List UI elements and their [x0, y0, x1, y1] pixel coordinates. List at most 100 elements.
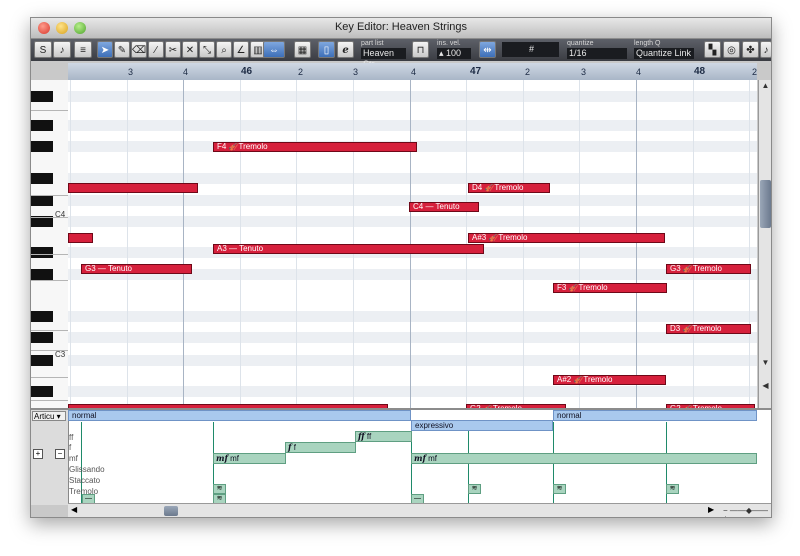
quantize-value[interactable]: 1/16: [567, 48, 627, 59]
autoscroll-icon[interactable]: ⇔: [263, 41, 285, 58]
dynamic-symbol: mf: [414, 453, 426, 463]
midi-note[interactable]: A#2 🎻Tremolo: [553, 375, 666, 385]
drum-icon[interactable]: ✤: [742, 41, 759, 58]
midi-note[interactable]: G3 🎻Tremolo: [666, 264, 751, 274]
midi-note[interactable]: [68, 233, 93, 243]
black-key-lane: [68, 216, 757, 227]
show-part-borders-icon[interactable]: ▯: [318, 41, 335, 58]
articulation-event[interactable]: ≋: [553, 484, 566, 494]
vertical-scroll-thumb[interactable]: [760, 180, 771, 228]
direction-event[interactable]: normal: [68, 410, 411, 421]
step-input-icon[interactable]: ⊓: [412, 41, 429, 58]
articulation-event[interactable]: ≋: [213, 484, 226, 494]
scroll-left-icon[interactable]: ◀: [71, 505, 77, 514]
black-key[interactable]: [31, 386, 53, 397]
title-bar[interactable]: Key Editor: Heaven Strings: [31, 18, 771, 39]
black-key[interactable]: [31, 141, 53, 152]
colors-label: e: [342, 45, 349, 56]
black-key-lane: [68, 120, 757, 131]
lane-type-selector[interactable]: Articu ▾: [32, 411, 66, 421]
key-divider: [31, 195, 68, 196]
midi-note[interactable]: F4 🎻Tremolo: [213, 142, 417, 152]
colors-icon[interactable]: e: [337, 41, 354, 58]
black-key[interactable]: [31, 269, 53, 280]
midi-note[interactable]: C4 — Tenuto: [409, 202, 479, 212]
articulation-event[interactable]: ≋: [666, 484, 679, 494]
remove-lane-icon[interactable]: −: [55, 449, 65, 459]
add-lane-icon[interactable]: +: [33, 449, 43, 459]
piano-keyboard[interactable]: C4 C3: [31, 80, 69, 408]
black-key[interactable]: [31, 91, 53, 102]
ins-vel-value[interactable]: ▴ 100: [437, 48, 471, 59]
midi-note[interactable]: G3 — Tenuto: [81, 264, 192, 274]
beat-line: [693, 80, 694, 408]
black-key-lane: [68, 332, 757, 343]
horizontal-scroll-thumb[interactable]: [164, 506, 178, 516]
octave-label: C4: [55, 210, 66, 219]
dynamic-event[interactable]: f f: [285, 442, 356, 453]
dynamic-event[interactable]: ff ff: [355, 431, 412, 442]
part-list-value[interactable]: Heaven Str: [361, 48, 406, 69]
show-info-icon[interactable]: ≡: [74, 41, 92, 58]
key-divider: [31, 280, 68, 281]
midi-note[interactable]: [68, 183, 198, 193]
dynamic-event[interactable]: mf mf: [213, 453, 286, 464]
trim-tool-icon[interactable]: ✂: [165, 41, 181, 58]
dynamic-event[interactable]: mf mf: [411, 453, 757, 464]
note-icon[interactable]: ♪: [760, 41, 771, 58]
dynamic-symbol: ff: [358, 431, 365, 441]
key-divider: [31, 400, 68, 401]
midi-note[interactable]: D4 🎻Tremolo: [468, 183, 550, 193]
erase-tool-icon[interactable]: ⌫: [131, 41, 147, 58]
part-list-label: part list: [361, 40, 384, 47]
black-key[interactable]: [31, 311, 53, 322]
independent-track-loop-icon[interactable]: ▚: [704, 41, 721, 58]
vertical-scrollbar[interactable]: ▲ ▼ ◀: [758, 80, 771, 408]
mute-tool-icon[interactable]: ✕: [182, 41, 198, 58]
midi-note[interactable]: A3 — Tenuto: [213, 244, 484, 254]
split-tool-icon[interactable]: ∠: [233, 41, 249, 58]
grid-display[interactable]: #: [502, 42, 559, 57]
line-tool-icon[interactable]: ∕: [148, 41, 164, 58]
acoustic-feedback-icon[interactable]: ♪: [53, 41, 71, 58]
snap-icon[interactable]: ⇹: [479, 41, 496, 58]
glue-tool-icon[interactable]: ⤡: [199, 41, 215, 58]
black-key[interactable]: [31, 247, 53, 258]
direction-event[interactable]: normal: [553, 410, 757, 421]
ruler[interactable]: 3 4 46 2 3 4 47 2 3 4 48 2: [68, 63, 757, 81]
edit-active-part-icon[interactable]: ▦: [294, 41, 311, 58]
object-selection-tool-icon[interactable]: ➤: [97, 41, 113, 58]
quantize-label: quantize: [567, 40, 594, 47]
ins-vel-number: 100: [446, 48, 462, 58]
ruler-label: 4: [636, 67, 642, 77]
midi-note[interactable]: D3 🎻Tremolo: [666, 324, 751, 334]
scroll-up-icon[interactable]: ▲: [759, 80, 771, 92]
midi-note[interactable]: A#3 🎻Tremolo: [468, 233, 665, 243]
length-q-value[interactable]: Quantize Link: [634, 48, 694, 59]
lane-row-label: mf: [69, 454, 78, 463]
controller-lane: Articu ▾ + − normal expressivo normal ff ff…: [31, 408, 771, 505]
zoom-vertical-icon[interactable]: ◀: [759, 380, 771, 392]
ins-vel-stepper-icon: ▴: [439, 48, 447, 58]
lane-type-label: Articu: [34, 412, 55, 421]
scroll-down-icon[interactable]: ▼: [759, 357, 771, 369]
zoom-tool-icon[interactable]: ⌕: [216, 41, 232, 58]
black-key[interactable]: [31, 355, 53, 366]
horizontal-zoom-slider[interactable]: − ——◆—— +: [723, 507, 769, 518]
scroll-right-icon[interactable]: ▶: [708, 505, 714, 514]
articulation-event[interactable]: ≋: [468, 484, 481, 494]
black-key[interactable]: [31, 120, 53, 131]
black-key[interactable]: [31, 195, 53, 206]
midi-input-icon[interactable]: ◎: [723, 41, 740, 58]
black-key[interactable]: [31, 332, 53, 343]
draw-tool-icon[interactable]: ✎: [114, 41, 130, 58]
horizontal-scrollbar[interactable]: ◀ ▶ − ——◆—— +: [68, 503, 771, 518]
midi-note[interactable]: F3 🎻Tremolo: [553, 283, 667, 293]
solo-editor-button[interactable]: S: [34, 41, 52, 58]
ruler-label: 3: [581, 67, 587, 77]
note-grid[interactable]: F4 🎻Tremolo D4 🎻Tremolo C4 — Tenuto A#3 🎻Tr…: [68, 80, 757, 408]
direction-event[interactable]: expressivo: [411, 420, 553, 431]
controller-grid[interactable]: normal expressivo normal ff ff f f mf mf mf mf…: [68, 410, 757, 505]
lane-row-label: Glissando: [69, 465, 105, 474]
black-key[interactable]: [31, 173, 53, 184]
